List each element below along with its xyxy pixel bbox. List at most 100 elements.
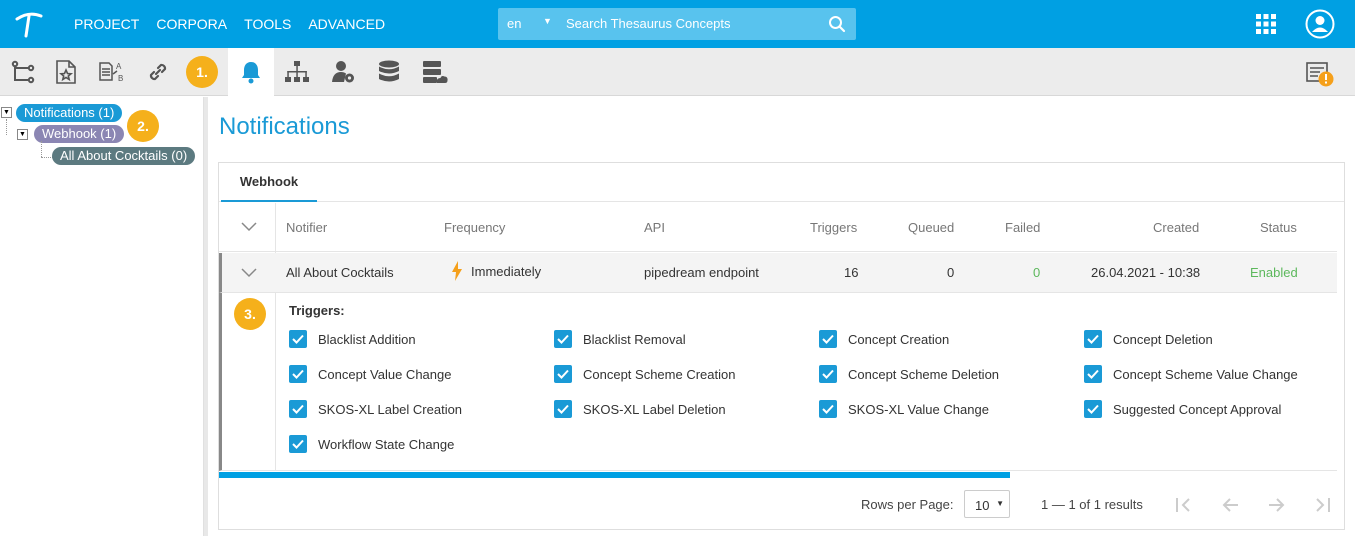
tab-webhook[interactable]: Webhook xyxy=(221,163,317,202)
top-bar: PROJECT CORPORA TOOLS ADVANCED en ▼ Sear… xyxy=(0,0,1355,48)
next-page-icon[interactable] xyxy=(1264,493,1288,517)
trigger-label: Workflow State Change xyxy=(318,436,455,452)
trigger-checkbox[interactable]: Workflow State Change xyxy=(289,435,454,453)
first-page-icon[interactable] xyxy=(1172,493,1196,517)
caret-down-icon[interactable]: ▼ xyxy=(543,16,552,26)
checkmark-icon[interactable] xyxy=(289,435,307,453)
chevron-down-icon[interactable] xyxy=(241,268,257,278)
status-badge: Enabled xyxy=(1250,265,1298,280)
document-translate-icon[interactable]: A B xyxy=(89,48,135,96)
checkmark-icon[interactable] xyxy=(289,400,307,418)
chevron-down-icon[interactable] xyxy=(241,222,257,232)
log-warning-icon[interactable] xyxy=(1305,60,1335,88)
cell-api: pipedream endpoint xyxy=(644,265,759,280)
org-chart-icon[interactable] xyxy=(274,48,320,96)
last-page-icon[interactable] xyxy=(1310,493,1334,517)
logo-umbrella-icon[interactable] xyxy=(14,10,44,38)
trigger-checkbox[interactable]: Concept Scheme Value Change xyxy=(1084,365,1298,383)
annotation-badge-2: 2. xyxy=(127,110,159,142)
nav-advanced[interactable]: ADVANCED xyxy=(308,16,385,32)
trigger-checkbox[interactable]: Concept Creation xyxy=(819,330,949,348)
tree-node-webhook[interactable]: Webhook (1) xyxy=(34,125,125,143)
checkmark-icon[interactable] xyxy=(819,330,837,348)
trigger-checkbox[interactable]: Concept Deletion xyxy=(1084,330,1213,348)
table-row[interactable]: All About Cocktails Immediately pipedrea… xyxy=(219,253,1337,293)
checkmark-icon[interactable] xyxy=(289,330,307,348)
column-api[interactable]: API xyxy=(644,220,665,235)
trigger-label: Blacklist Addition xyxy=(318,331,416,347)
column-status[interactable]: Status xyxy=(1260,220,1297,235)
checkmark-icon[interactable] xyxy=(554,330,572,348)
collapse-toggle-icon[interactable]: ▼ xyxy=(17,129,28,140)
column-created[interactable]: Created xyxy=(1153,220,1199,235)
column-frequency[interactable]: Frequency xyxy=(444,220,505,235)
nav-corpora[interactable]: CORPORA xyxy=(156,16,227,32)
checkmark-icon[interactable] xyxy=(1084,330,1102,348)
checkmark-icon[interactable] xyxy=(819,365,837,383)
column-queued[interactable]: Queued xyxy=(908,220,954,235)
trigger-label: Concept Scheme Deletion xyxy=(848,366,1000,382)
checkmark-icon[interactable] xyxy=(554,365,572,383)
cell-failed: 0 xyxy=(1033,265,1041,280)
annotation-badge-3: 3. xyxy=(234,298,266,330)
database-icon[interactable] xyxy=(366,48,412,96)
caret-down-icon: ▼ xyxy=(996,499,1004,508)
trigger-label: Suggested Concept Approval xyxy=(1113,401,1282,417)
link-icon[interactable] xyxy=(135,48,181,96)
apps-grid-icon[interactable] xyxy=(1256,14,1276,34)
search-icon[interactable] xyxy=(828,15,846,33)
language-select[interactable]: en xyxy=(507,16,521,31)
checkmark-icon[interactable] xyxy=(1084,365,1102,383)
svg-text:B: B xyxy=(118,74,123,83)
results-count: 1 — 1 of 1 results xyxy=(1041,497,1143,512)
trigger-checkbox[interactable]: SKOS-XL Value Change xyxy=(819,400,989,418)
hierarchy-branch-icon[interactable] xyxy=(0,48,46,96)
starred-document-icon[interactable] xyxy=(43,48,89,96)
trigger-checkbox[interactable]: Blacklist Addition xyxy=(289,330,416,348)
trigger-label: SKOS-XL Label Deletion xyxy=(583,401,726,417)
cell-notifier: All About Cocktails xyxy=(286,265,394,280)
trigger-label: Blacklist Removal xyxy=(583,331,686,347)
search-input[interactable]: Search Thesaurus Concepts xyxy=(566,16,731,31)
user-account-icon[interactable] xyxy=(1305,9,1335,39)
table-header: Notifier Frequency API Triggers Queued F… xyxy=(219,203,1337,252)
rows-per-page-value: 10 xyxy=(975,498,990,513)
trigger-label: Concept Value Change xyxy=(318,366,452,382)
main-nav: PROJECT CORPORA TOOLS ADVANCED xyxy=(74,0,402,48)
nav-tools[interactable]: TOOLS xyxy=(244,16,291,32)
trigger-checkbox[interactable]: Concept Scheme Deletion xyxy=(819,365,999,383)
collapse-toggle-icon[interactable]: ▼ xyxy=(1,107,12,118)
tree-node-notifications[interactable]: Notifications (1) xyxy=(16,104,123,122)
column-notifier[interactable]: Notifier xyxy=(286,220,327,235)
annotation-badge-1: 1. xyxy=(186,56,218,88)
previous-page-icon[interactable] xyxy=(1219,493,1243,517)
trigger-checkbox[interactable]: Concept Value Change xyxy=(289,365,451,383)
progress-bar xyxy=(219,472,1010,478)
toolbar: A B 1. xyxy=(0,48,1355,96)
trigger-label: SKOS-XL Label Creation xyxy=(318,401,463,417)
user-settings-icon[interactable] xyxy=(320,48,366,96)
lightning-bolt-icon xyxy=(452,261,462,281)
cell-frequency: Immediately xyxy=(471,264,542,279)
trigger-checkbox[interactable]: Concept Scheme Creation xyxy=(554,365,735,383)
server-cloud-icon[interactable] xyxy=(412,48,458,96)
checkmark-icon[interactable] xyxy=(289,365,307,383)
pane-splitter[interactable] xyxy=(204,97,208,536)
trigger-checkbox[interactable]: SKOS-XL Label Deletion xyxy=(554,400,726,418)
cell-created: 26.04.2021 - 10:38 xyxy=(1091,265,1201,280)
trigger-checkbox[interactable]: Suggested Concept Approval xyxy=(1084,400,1281,418)
trigger-checkbox[interactable]: SKOS-XL Label Creation xyxy=(289,400,462,418)
nav-project[interactable]: PROJECT xyxy=(74,16,139,32)
search-bar[interactable]: en ▼ Search Thesaurus Concepts xyxy=(498,8,856,40)
trigger-label: Concept Creation xyxy=(848,331,950,347)
notification-bell-icon[interactable] xyxy=(228,48,274,96)
trigger-checkbox[interactable]: Blacklist Removal xyxy=(554,330,686,348)
checkmark-icon[interactable] xyxy=(554,400,572,418)
rows-per-page-select[interactable]: 10 ▼ xyxy=(964,490,1010,518)
trigger-label: SKOS-XL Value Change xyxy=(848,401,989,417)
tree-node-all-about-cocktails[interactable]: All About Cocktails (0) xyxy=(52,147,196,165)
column-triggers[interactable]: Triggers xyxy=(810,220,857,235)
checkmark-icon[interactable] xyxy=(819,400,837,418)
checkmark-icon[interactable] xyxy=(1084,400,1102,418)
column-failed[interactable]: Failed xyxy=(1005,220,1040,235)
